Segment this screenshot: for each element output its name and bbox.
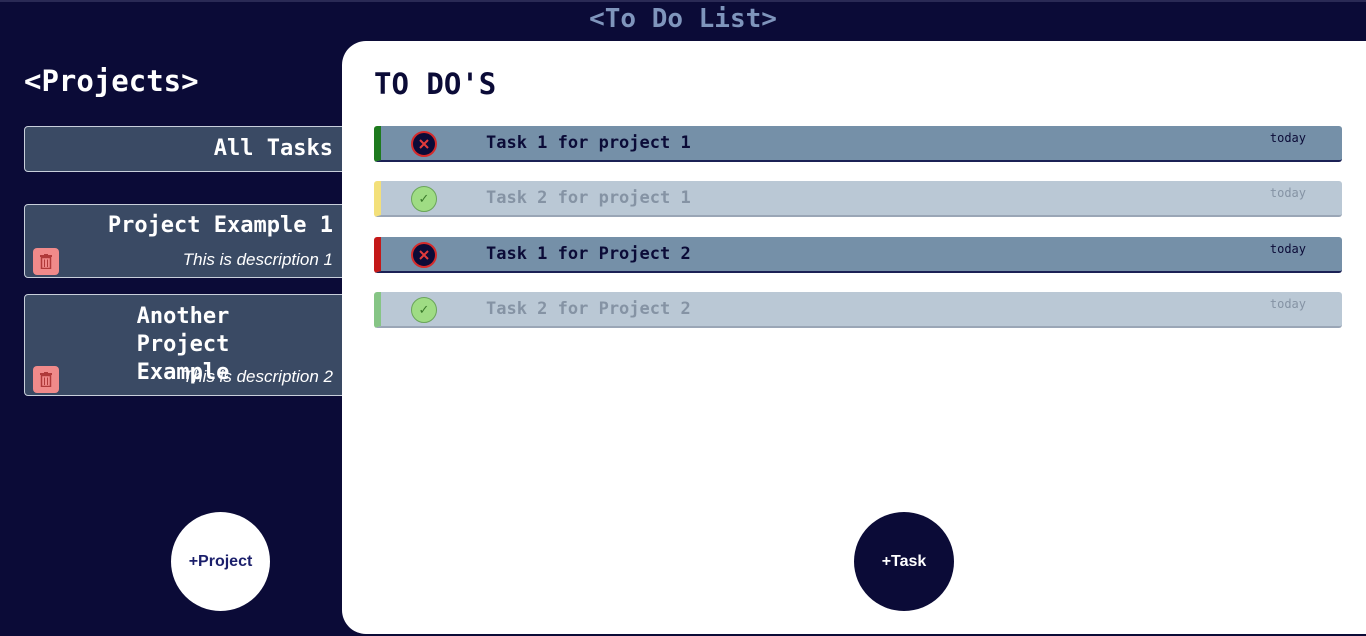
- delete-project-button[interactable]: [33, 248, 59, 275]
- close-circle-icon[interactable]: [411, 131, 437, 157]
- top-border: [0, 0, 1366, 2]
- task-date: today: [1269, 242, 1306, 256]
- task-date: today: [1269, 297, 1306, 311]
- task-item[interactable]: ✓ Task 2 for Project 2 today: [374, 292, 1342, 328]
- project-card[interactable]: Another Project Example This is descript…: [24, 294, 364, 396]
- add-project-button[interactable]: +Project: [171, 512, 270, 611]
- project-description: This is description 2: [182, 367, 333, 386]
- check-circle-icon[interactable]: ✓: [411, 186, 437, 212]
- trash-icon: [40, 254, 52, 269]
- delete-project-button[interactable]: [33, 366, 59, 393]
- task-date: today: [1269, 131, 1306, 145]
- all-tasks-label: All Tasks: [213, 136, 333, 161]
- trash-icon: [40, 372, 52, 387]
- app-title: <To Do List>: [589, 4, 777, 34]
- page-title: TO DO'S: [374, 67, 497, 101]
- add-task-button[interactable]: +Task: [854, 512, 954, 611]
- task-item[interactable]: ✓ Task 2 for project 1 today: [374, 181, 1342, 217]
- task-name: Task 1 for Project 2: [486, 244, 691, 264]
- projects-heading: <Projects>: [24, 64, 199, 98]
- tasks-panel: TO DO'S Task 1 for project 1 today ✓ Tas…: [342, 41, 1366, 634]
- task-item[interactable]: Task 1 for Project 2 today: [374, 237, 1342, 273]
- close-circle-icon[interactable]: [411, 242, 437, 268]
- task-item[interactable]: Task 1 for project 1 today: [374, 126, 1342, 162]
- task-name: Task 2 for project 1: [486, 188, 691, 208]
- project-card[interactable]: Project Example 1 This is description 1: [24, 204, 364, 278]
- task-date: today: [1269, 186, 1306, 200]
- project-name: Project Example 1: [107, 213, 333, 238]
- check-circle-icon[interactable]: ✓: [411, 297, 437, 323]
- task-name: Task 2 for Project 2: [486, 299, 691, 319]
- all-tasks-button[interactable]: All Tasks: [24, 126, 364, 172]
- task-name: Task 1 for project 1: [486, 133, 691, 153]
- project-description: This is description 1: [182, 250, 333, 269]
